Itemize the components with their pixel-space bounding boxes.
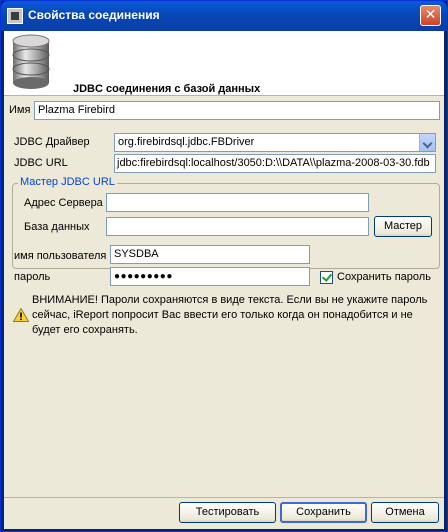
wizard-button[interactable]: Мастер [374,216,432,237]
close-button[interactable]: ✕ [420,5,441,26]
server-label: Адрес Сервера [24,197,103,209]
database-icon [12,34,50,89]
database-input[interactable] [106,217,369,236]
save-password-label[interactable]: Сохранить пароль [337,271,431,283]
dialog-body: JDBC соединения с базой данных Имя Plazm… [4,31,444,529]
driver-select-value: org.firebirdsql.jdbc.FBDriver [118,136,255,148]
test-button[interactable]: Тестировать [179,502,276,523]
password-label: пароль [14,271,51,283]
window-title: Свойства соединения [28,8,160,22]
database-label: База данных [24,221,90,233]
url-wizard-title: Мастер JDBC URL [18,176,117,188]
app-icon [7,8,23,24]
cancel-button[interactable]: Отмена [371,502,439,523]
user-label: имя пользователя [14,250,107,262]
save-password-checkbox[interactable] [320,271,333,284]
url-label: JDBC URL [14,157,68,169]
header-panel: JDBC соединения с базой данных [4,31,444,96]
header-title: JDBC соединения с базой данных [73,83,261,95]
driver-select[interactable]: org.firebirdsql.jdbc.FBDriver [114,133,436,152]
chevron-down-icon[interactable] [419,134,435,151]
server-input[interactable] [106,193,369,212]
user-input[interactable]: SYSDBA [110,245,310,264]
warning-icon [13,308,29,322]
name-label: Имя [9,104,31,116]
driver-label: JDBC Драйвер [14,136,90,148]
password-input[interactable]: ●●●●●●●●● [110,267,310,286]
footer-divider [4,497,444,498]
warning-text: ВНИМАНИЕ! Пароли сохраняются в виде текс… [32,294,428,336]
url-input[interactable]: jdbc:firebirdsql:localhost/3050:D:\\DATA… [114,154,436,173]
name-input[interactable]: Plazma Firebird [34,101,440,120]
dialog-window: Свойства соединения ✕ JDBC соединения с … [0,0,448,532]
save-button[interactable]: Сохранить [280,502,367,523]
title-bar[interactable]: Свойства соединения ✕ [1,1,447,31]
